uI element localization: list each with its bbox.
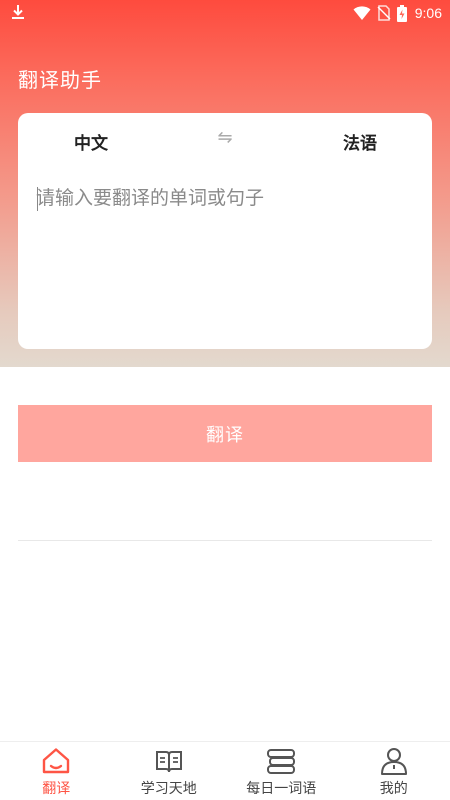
translator-card: 中文 ⇋ 法语 bbox=[18, 113, 432, 349]
home-icon bbox=[43, 748, 70, 774]
book-icon bbox=[155, 751, 182, 773]
battery-charging-icon bbox=[396, 4, 407, 22]
status-icons: 9:06 bbox=[353, 3, 442, 23]
result-divider bbox=[18, 540, 432, 541]
nav-label: 翻译 bbox=[42, 781, 71, 797]
nav-item-mine[interactable]: 我的 bbox=[338, 742, 450, 800]
download-icon bbox=[12, 5, 24, 19]
nav-label: 我的 bbox=[379, 781, 408, 797]
status-bar: 9:06 bbox=[0, 0, 450, 26]
app-screen: 9:06 翻译助手 中文 ⇋ 法语 翻译 翻译 学习天地 bbox=[0, 0, 450, 800]
user-icon bbox=[380, 748, 407, 775]
no-sim-icon bbox=[377, 5, 391, 21]
app-title: 翻译助手 bbox=[18, 68, 102, 92]
nav-label: 每日一词语 bbox=[246, 781, 317, 797]
wifi-icon bbox=[353, 6, 371, 20]
nav-label: 学习天地 bbox=[140, 781, 197, 797]
source-language-selector[interactable]: 中文 bbox=[74, 129, 108, 154]
target-language-selector[interactable]: 法语 bbox=[343, 129, 377, 154]
status-time: 9:06 bbox=[414, 5, 442, 21]
translate-button[interactable]: 翻译 bbox=[18, 405, 432, 462]
books-stack-icon bbox=[267, 749, 296, 774]
nav-item-study[interactable]: 学习天地 bbox=[113, 742, 226, 800]
nav-item-daily-word[interactable]: 每日一词语 bbox=[225, 742, 338, 800]
nav-item-translate[interactable]: 翻译 bbox=[0, 742, 113, 800]
translate-input[interactable] bbox=[36, 183, 416, 333]
bottom-nav: 翻译 学习天地 每日一词语 我的 bbox=[0, 741, 450, 800]
swap-arrows-icon[interactable]: ⇋ bbox=[215, 127, 235, 149]
